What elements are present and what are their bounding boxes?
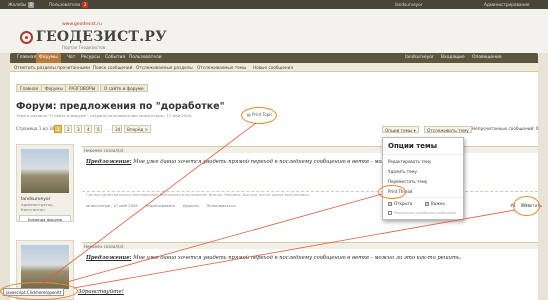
line-print-topic <box>41 122 257 285</box>
line-print-post <box>73 209 516 289</box>
annotation-lines <box>41 122 516 289</box>
line-print-thread <box>59 193 383 285</box>
